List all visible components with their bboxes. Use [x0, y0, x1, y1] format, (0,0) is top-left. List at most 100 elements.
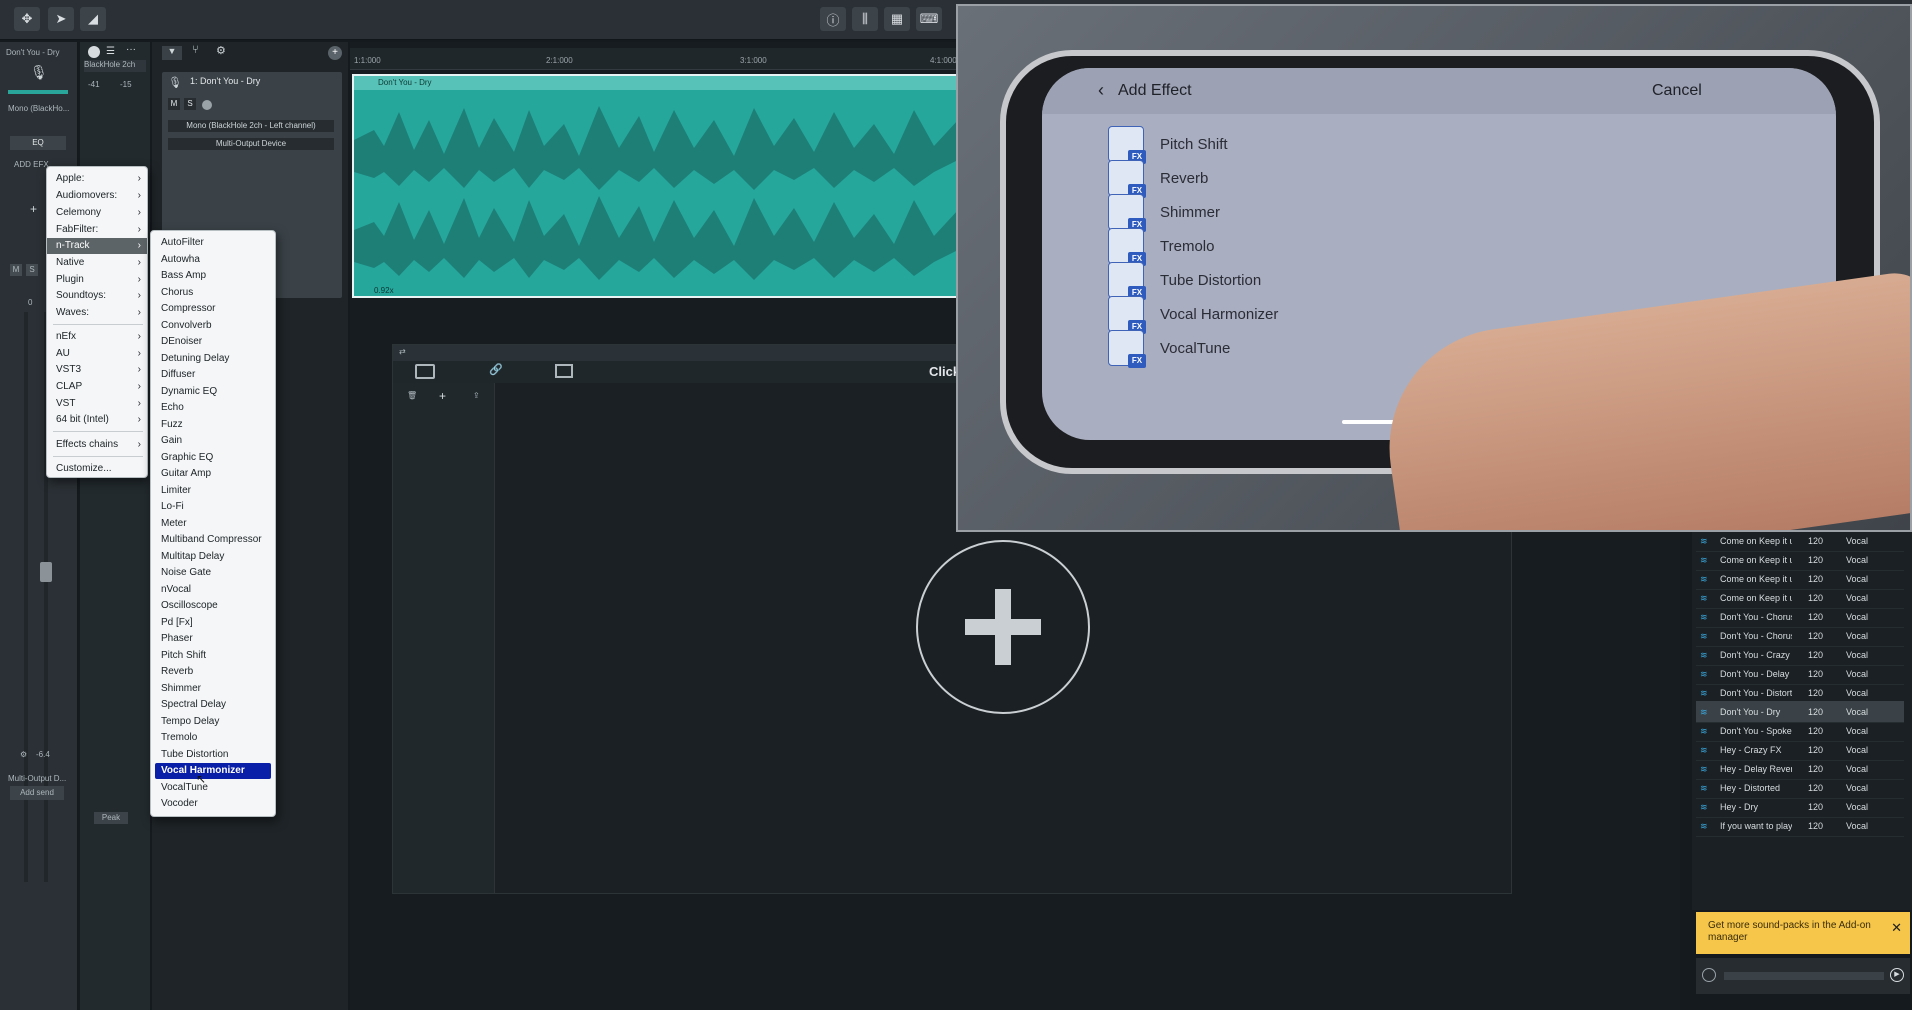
menu-item-effect[interactable]: Dynamic EQ [151, 384, 275, 400]
pause-icon[interactable] [1702, 968, 1716, 982]
menu-item-effect[interactable]: Tempo Delay [151, 714, 275, 730]
menu-item-effect[interactable]: Multitap Delay [151, 549, 275, 565]
menu-item-effect[interactable]: Phaser [151, 631, 275, 647]
menu-item-ntrack[interactable]: n-Track › [47, 238, 147, 254]
menu-item-effect[interactable]: Fuzz [151, 417, 275, 433]
menu-item-native[interactable]: Native › [47, 255, 147, 271]
add-icon[interactable]: + [439, 389, 446, 403]
menu-item-effect[interactable]: Detuning Delay [151, 351, 275, 367]
cancel-button[interactable]: Cancel [1652, 82, 1702, 100]
menu-item-apple[interactable]: Apple: › [47, 171, 147, 187]
menu-item-celemony[interactable]: Celemony › [47, 205, 147, 221]
play-icon[interactable]: ▶ [1890, 968, 1904, 982]
add-effect-title[interactable]: Add Effect [1118, 82, 1192, 100]
menu-item-effect[interactable]: DEnoiser [151, 334, 275, 350]
peak-button[interactable]: Peak [94, 812, 128, 824]
eq-button[interactable]: EQ [10, 136, 66, 150]
menu-item-effect[interactable]: Lo-Fi [151, 499, 275, 515]
menu-item-nefx[interactable]: nEfx › [47, 329, 147, 345]
record-icon[interactable] [88, 46, 100, 58]
add-icon[interactable]: + [30, 202, 37, 216]
menu-item-au[interactable]: AU › [47, 346, 147, 362]
menu-item-effect[interactable]: Bass Amp [151, 268, 275, 284]
sidebar-toggle-icon[interactable] [415, 364, 435, 379]
info-icon[interactable]: ⓘ [820, 7, 846, 31]
menu-item-effect[interactable]: Spectral Delay [151, 697, 275, 713]
input-select[interactable]: BlackHole 2ch [84, 60, 146, 72]
volume-envelope-icon[interactable]: ◢ [80, 7, 106, 31]
menu-item-effect[interactable]: Multiband Compressor [151, 532, 275, 548]
menu-item-effect[interactable]: Shimmer [151, 681, 275, 697]
menu-item-effect[interactable]: AutoFilter [151, 235, 275, 251]
menu-item-effect[interactable]: Autowha [151, 252, 275, 268]
track-solo-button[interactable]: S [184, 98, 196, 110]
list-icon[interactable]: ☰ [106, 46, 115, 57]
trash-icon[interactable]: 🗑 [407, 391, 417, 400]
menu-item-effect[interactable]: Tremolo [151, 730, 275, 746]
close-icon[interactable]: ✕ [1891, 921, 1902, 934]
gear-icon[interactable]: ⚙ [20, 750, 27, 759]
menu-item-effects-chains[interactable]: Effects chains › [47, 437, 147, 453]
add-plugin-button[interactable] [916, 540, 1090, 714]
link-icon[interactable]: 🔗 [489, 363, 503, 376]
promo-banner[interactable]: Get more sound-packs in the Add-on manag… [1696, 912, 1910, 954]
menu-item-soundtoys[interactable]: Soundtoys: › [47, 288, 147, 304]
menu-item-64bit[interactable]: 64 bit (Intel) › [47, 412, 147, 428]
menu-item-effect[interactable]: VocalTune [151, 780, 275, 796]
menu-item-audiomovers[interactable]: Audiomovers: › [47, 188, 147, 204]
menu-item-effect[interactable]: Gain [151, 433, 275, 449]
menu-item-effect[interactable]: Vocoder [151, 796, 275, 812]
settings-icon[interactable]: ⚙ [216, 44, 226, 57]
add-track-icon[interactable]: + [328, 46, 342, 60]
piano-icon[interactable] [555, 364, 573, 378]
move-icon[interactable]: ✥ [14, 7, 40, 31]
menu-item-effect[interactable]: Chorus [151, 285, 275, 301]
swap-icon[interactable]: ⇄ [399, 347, 406, 356]
menu-item-effect[interactable]: Tube Distortion [151, 747, 275, 763]
menu-item-effect[interactable]: Echo [151, 400, 275, 416]
menu-item-waves[interactable]: Waves: › [47, 305, 147, 321]
solo-button[interactable]: S [26, 264, 38, 276]
track-input-select[interactable]: Mono (BlackHole 2ch - Left channel) [168, 120, 334, 132]
export-icon[interactable]: ⇪ [473, 391, 480, 400]
menu-item-effect[interactable]: Oscilloscope [151, 598, 275, 614]
menu-item-effect[interactable]: Convolverb [151, 318, 275, 334]
track-mute-button[interactable]: M [168, 98, 180, 110]
timeline-ruler[interactable]: 1:1:000 2:1:000 3:1:000 4:1:000 [350, 48, 960, 70]
route-icon[interactable]: ⑂ [192, 44, 199, 56]
menu-item-vst3[interactable]: VST3 › [47, 362, 147, 378]
menu-item-clap[interactable]: CLAP › [47, 379, 147, 395]
track-view-icon[interactable]: ▼ [162, 46, 182, 60]
mixer-icon[interactable]: ⫼ [852, 7, 878, 31]
menu-item-effect[interactable]: Meter [151, 516, 275, 532]
audio-clip[interactable]: Don't You - Dry 0.92x [352, 74, 960, 298]
menu-item-plugin[interactable]: Plugin › [47, 272, 147, 288]
menu-item-vst[interactable]: VST › [47, 396, 147, 412]
add-fx-button[interactable]: ADD EFX [14, 160, 49, 169]
add-send-button[interactable]: Add send [10, 786, 64, 800]
back-icon[interactable]: ‹ [1098, 80, 1104, 101]
menu-item-effect[interactable]: Reverb [151, 664, 275, 680]
preview-player[interactable]: ▶ [1696, 958, 1910, 994]
menu-item-effect[interactable]: Noise Gate [151, 565, 275, 581]
keyboard-icon[interactable]: ⌨ [916, 7, 942, 31]
track-name[interactable]: 1: Don't You - Dry [190, 76, 260, 86]
volume-fader[interactable] [40, 562, 52, 582]
menu-item-effect[interactable]: Limiter [151, 483, 275, 499]
menu-item-customize[interactable]: Customize... [47, 461, 147, 477]
library-row[interactable]: ≋ If you want to play -... 120 Vocal [1696, 815, 1904, 837]
grid-icon[interactable]: ▦ [884, 7, 910, 31]
menu-item-vocal-harmonizer[interactable]: Vocal Harmonizer [155, 763, 271, 779]
menu-item-effect[interactable]: Graphic EQ [151, 450, 275, 466]
menu-item-effect[interactable]: Pd [Fx] [151, 615, 275, 631]
more-icon[interactable]: ··· [126, 44, 136, 55]
menu-item-effect[interactable]: Pitch Shift [151, 648, 275, 664]
menu-item-effect[interactable]: nVocal [151, 582, 275, 598]
menu-item-effect[interactable]: Guitar Amp [151, 466, 275, 482]
pointer-icon[interactable]: ➤ [48, 7, 74, 31]
track-output-select[interactable]: Multi-Output Device [168, 138, 334, 150]
menu-item-fabfilter[interactable]: FabFilter: › [47, 222, 147, 238]
track-arm-icon[interactable] [202, 100, 212, 110]
menu-item-effect[interactable]: Compressor [151, 301, 275, 317]
menu-item-effect[interactable]: Diffuser [151, 367, 275, 383]
